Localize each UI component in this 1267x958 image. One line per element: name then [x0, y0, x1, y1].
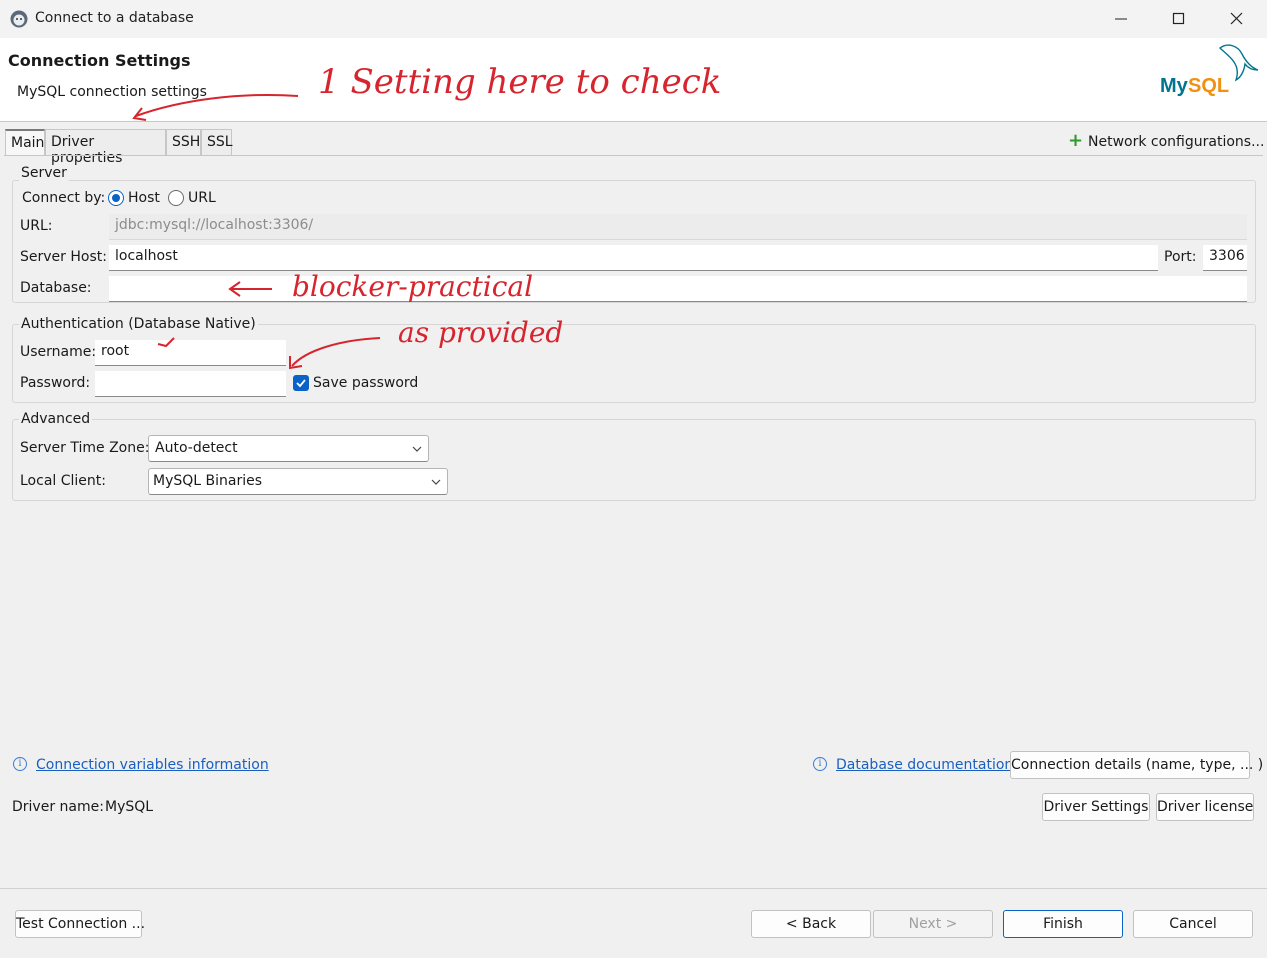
radio-url[interactable] — [168, 190, 184, 206]
finish-button[interactable]: Finish — [1003, 910, 1123, 938]
tab-divider — [4, 155, 1263, 156]
minimize-button[interactable] — [1098, 4, 1144, 34]
server-host-field[interactable]: localhost — [109, 245, 1158, 271]
server-host-label: Server Host: — [20, 249, 107, 265]
driver-license-button[interactable]: Driver license — [1156, 793, 1254, 821]
driver-name-value: MySQL — [105, 799, 154, 815]
database-label: Database: — [20, 280, 92, 296]
close-icon — [1230, 12, 1243, 25]
url-field: jdbc:mysql://localhost:3306/ — [109, 214, 1247, 240]
radio-url-label[interactable]: URL — [188, 190, 216, 206]
svg-text:My: My — [1160, 75, 1189, 97]
annotation-database: blocker-practical — [292, 270, 534, 303]
back-button[interactable]: < Back — [751, 910, 871, 938]
dbeaver-app-icon — [10, 10, 28, 28]
url-label: URL: — [20, 218, 53, 234]
save-password-label[interactable]: Save password — [313, 375, 418, 391]
close-button[interactable] — [1214, 4, 1260, 34]
driver-name-label: Driver name: — [12, 799, 104, 815]
server-time-zone-label: Server Time Zone: — [20, 440, 150, 456]
advanced-group-label: Advanced — [19, 411, 93, 427]
connect-by-label: Connect by: — [22, 190, 106, 206]
driver-settings-button[interactable]: Driver Settings — [1042, 793, 1150, 821]
chevron-down-icon — [431, 479, 441, 485]
title-bar: Connect to a database — [0, 0, 1267, 38]
window-title: Connect to a database — [35, 10, 194, 26]
server-group-label: Server — [19, 165, 69, 181]
database-documentation-link[interactable]: Database documentation — [836, 757, 1013, 773]
tab-driver-properties[interactable]: Driver properties — [45, 129, 166, 166]
authentication-group-label: Authentication (Database Native) — [19, 316, 258, 332]
next-button: Next > — [873, 910, 993, 938]
port-field[interactable]: 3306 — [1203, 245, 1247, 271]
local-client-label: Local Client: — [20, 473, 106, 489]
connection-details-button[interactable]: Connection details (name, type, ... ) — [1010, 751, 1263, 779]
test-connection-button[interactable]: Test Connection ... — [15, 910, 145, 938]
connection-variables-link[interactable]: Connection variables information — [36, 757, 269, 773]
maximize-button[interactable] — [1156, 4, 1202, 34]
info-icon: i — [813, 757, 827, 771]
password-label: Password: — [20, 375, 91, 391]
server-time-zone-select[interactable]: Auto-detect — [148, 435, 429, 462]
checkmark-icon — [296, 379, 306, 388]
save-password-checkbox[interactable] — [293, 375, 309, 391]
radio-host[interactable] — [108, 190, 124, 206]
local-client-select[interactable]: MySQL Binaries — [148, 468, 448, 495]
footer-divider — [0, 888, 1267, 889]
tab-ssh[interactable]: SSH — [166, 129, 201, 155]
page-subtitle: MySQL connection settings — [17, 84, 207, 100]
server-time-zone-value: Auto-detect — [155, 440, 238, 456]
database-field[interactable] — [109, 276, 1247, 302]
radio-host-label[interactable]: Host — [128, 190, 160, 206]
plus-icon: + — [1068, 130, 1084, 151]
annotation-setting-check: 1 Setting here to check — [318, 62, 722, 102]
network-configurations-label: Network configurations... — [1088, 134, 1265, 150]
password-field[interactable] — [95, 371, 286, 397]
tab-main[interactable]: Main — [5, 129, 45, 155]
mysql-logo: My SQL — [1160, 44, 1259, 97]
page-title: Connection Settings — [8, 51, 191, 70]
cancel-button[interactable]: Cancel — [1133, 910, 1253, 938]
username-field[interactable]: root — [95, 340, 286, 366]
maximize-icon — [1172, 12, 1185, 25]
minimize-icon — [1115, 18, 1127, 20]
svg-text:SQL: SQL — [1188, 75, 1229, 97]
username-label: Username: — [20, 344, 97, 360]
chevron-down-icon — [412, 446, 422, 452]
info-icon: i — [13, 757, 27, 771]
annotation-username: as provided — [398, 316, 564, 349]
local-client-value: MySQL Binaries — [153, 473, 263, 489]
tab-ssl[interactable]: SSL — [201, 129, 233, 155]
port-label: Port: — [1164, 249, 1197, 265]
